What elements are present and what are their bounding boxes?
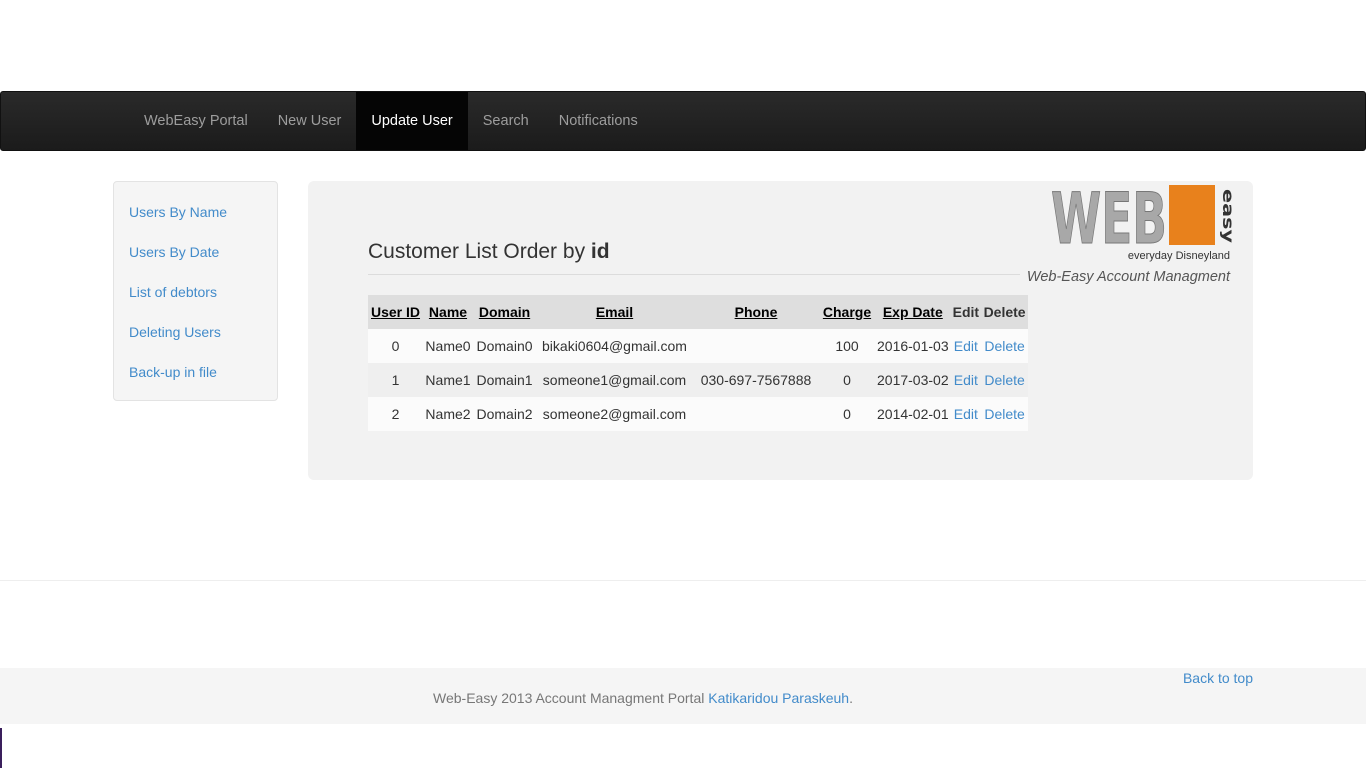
page-title: Customer List Order by id <box>368 239 1020 275</box>
header-phone[interactable]: Phone <box>693 295 819 329</box>
footer-copyright: Web-Easy 2013 Account Managment Portal <box>433 690 705 706</box>
cell-edit: Edit <box>950 363 982 397</box>
logo-tagline: everyday Disneyland <box>1127 250 1230 262</box>
cell-charge: 0 <box>819 397 875 431</box>
cell-user-id: 1 <box>368 363 423 397</box>
cell-name: Name1 <box>423 363 473 397</box>
cell-phone <box>693 397 819 431</box>
nav-brand-webeasy-portal[interactable]: WebEasy Portal <box>129 92 263 150</box>
cell-charge: 0 <box>819 363 875 397</box>
cell-edit: Edit <box>950 329 982 363</box>
cell-email: someone2@gmail.com <box>536 397 693 431</box>
logo-caption: Web-Easy Account Managment <box>1026 269 1230 285</box>
header-exp-date[interactable]: Exp Date <box>875 295 951 329</box>
cell-domain: Domain1 <box>473 363 536 397</box>
cell-name: Name2 <box>423 397 473 431</box>
delete-link[interactable]: Delete <box>984 372 1024 388</box>
webeasy-logo: WEB easy <box>1051 185 1234 247</box>
nav-item-new-user[interactable]: New User <box>263 92 357 150</box>
logo-web-text: WEB <box>1051 185 1167 247</box>
nav-item-update-user[interactable]: Update User <box>356 92 468 150</box>
title-sort-key: id <box>590 240 610 263</box>
cell-delete: Delete <box>981 363 1029 397</box>
cell-phone: 030-697-7567888 <box>693 363 819 397</box>
cell-charge: 100 <box>819 329 875 363</box>
table-row: 2 Name2 Domain2 someone2@gmail.com 0 201… <box>368 397 1029 431</box>
footer-divider <box>0 580 1366 581</box>
cell-email: bikaki0604@gmail.com <box>536 329 693 363</box>
window-edge <box>0 728 2 768</box>
main-panel: WEB easy everyday Disneyland Web-Easy Ac… <box>308 181 1253 480</box>
table-row: 0 Name0 Domain0 bikaki0604@gmail.com 100… <box>368 329 1029 363</box>
cell-user-id: 2 <box>368 397 423 431</box>
table-row: 1 Name1 Domain1 someone1@gmail.com 030-6… <box>368 363 1029 397</box>
nav-item-notifications[interactable]: Notifications <box>544 92 653 150</box>
cell-name: Name0 <box>423 329 473 363</box>
footer-period: . <box>849 690 853 706</box>
nav-item-search[interactable]: Search <box>468 92 544 150</box>
sidebar-item-backup-in-file[interactable]: Back-up in file <box>114 362 277 402</box>
sidebar-item-users-by-date[interactable]: Users By Date <box>114 242 277 282</box>
delete-link[interactable]: Delete <box>984 406 1024 422</box>
header-edit: Edit <box>950 295 982 329</box>
footer-author-link[interactable]: Katikaridou Paraskeuh <box>708 690 849 706</box>
sidebar-item-deleting-users[interactable]: Deleting Users <box>114 322 277 362</box>
top-navbar: WebEasy Portal New User Update User Sear… <box>0 91 1366 151</box>
cell-edit: Edit <box>950 397 982 431</box>
logo-badge-text: easy <box>1219 189 1234 243</box>
header-email[interactable]: Email <box>536 295 693 329</box>
table-header-row: User ID Name Domain Email Phone Charge E… <box>368 295 1029 329</box>
customer-table: User ID Name Domain Email Phone Charge E… <box>368 295 1029 431</box>
delete-link[interactable]: Delete <box>984 338 1024 354</box>
title-prefix: Customer List Order by <box>368 240 586 263</box>
sidebar-item-list-of-debtors[interactable]: List of debtors <box>114 282 277 322</box>
header-charge[interactable]: Charge <box>819 295 875 329</box>
footer-text: Web-Easy 2013 Account Managment Portal K… <box>433 690 853 706</box>
cell-exp-date: 2014-02-01 <box>875 397 951 431</box>
logo-badge-bg <box>1169 185 1215 245</box>
back-to-top-link[interactable]: Back to top <box>1183 670 1253 686</box>
cell-exp-date: 2016-01-03 <box>875 329 951 363</box>
header-domain[interactable]: Domain <box>473 295 536 329</box>
cell-user-id: 0 <box>368 329 423 363</box>
header-name[interactable]: Name <box>423 295 473 329</box>
sidebar: Users By Name Users By Date List of debt… <box>113 181 278 401</box>
cell-email: someone1@gmail.com <box>536 363 693 397</box>
cell-delete: Delete <box>981 329 1029 363</box>
cell-domain: Domain2 <box>473 397 536 431</box>
cell-exp-date: 2017-03-02 <box>875 363 951 397</box>
edit-link[interactable]: Edit <box>954 372 978 388</box>
footer: Back to top Web-Easy 2013 Account Managm… <box>0 668 1366 724</box>
cell-domain: Domain0 <box>473 329 536 363</box>
edit-link[interactable]: Edit <box>954 406 978 422</box>
sidebar-item-users-by-name[interactable]: Users By Name <box>114 202 277 242</box>
cell-phone <box>693 329 819 363</box>
header-user-id[interactable]: User ID <box>368 295 423 329</box>
nav-menu: WebEasy Portal New User Update User Sear… <box>129 92 653 150</box>
cell-delete: Delete <box>981 397 1029 431</box>
header-delete: Delete <box>981 295 1029 329</box>
edit-link[interactable]: Edit <box>954 338 978 354</box>
